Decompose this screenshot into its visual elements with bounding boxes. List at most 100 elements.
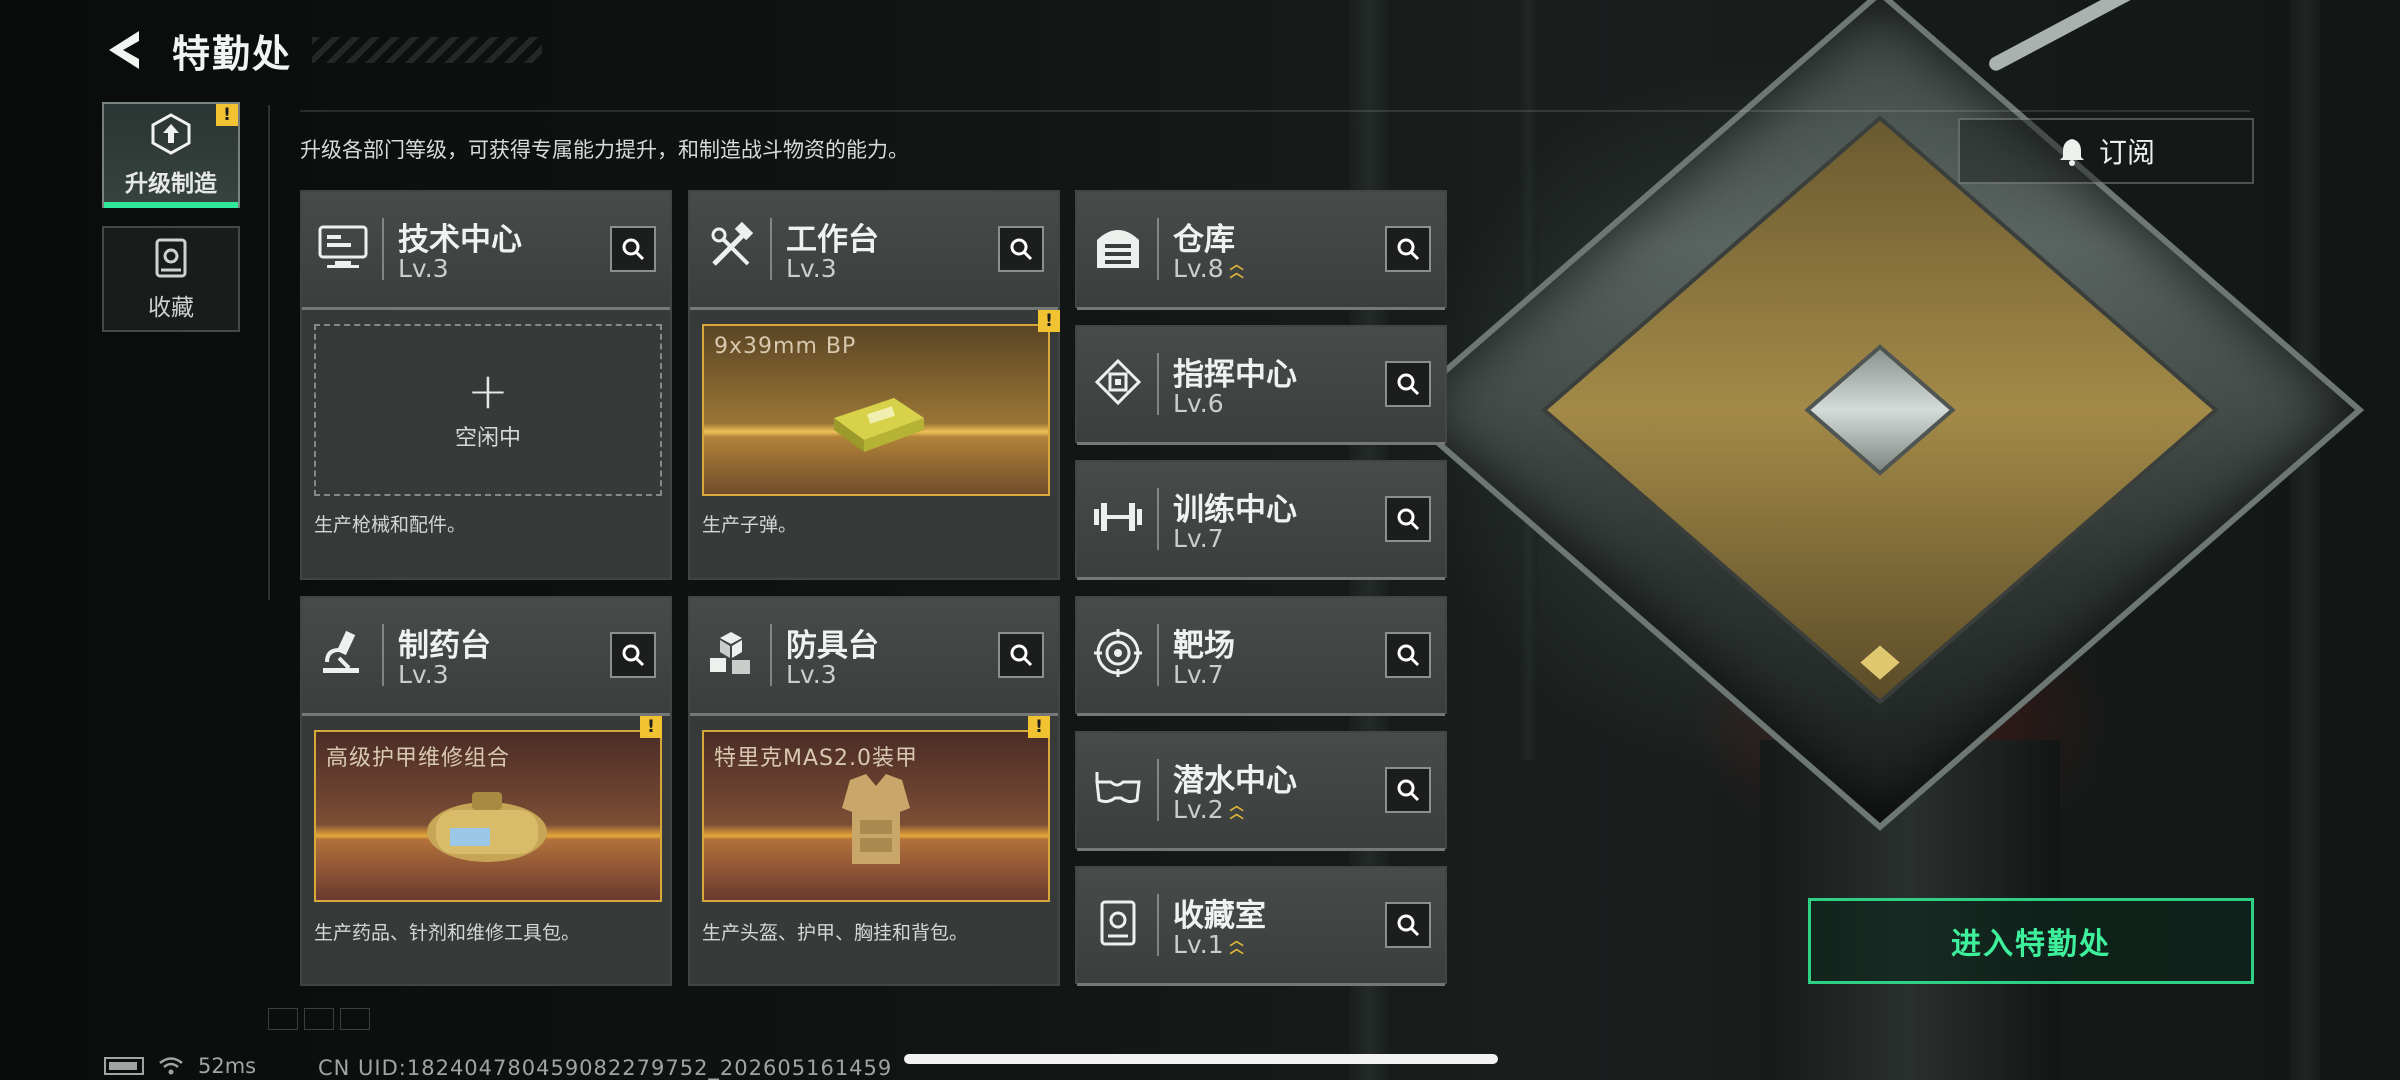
search-icon: [1397, 779, 1420, 802]
card-header: 技术中心 Lv.3: [302, 192, 670, 310]
page-title: 特勤处: [172, 31, 293, 76]
search-icon: [1010, 644, 1033, 667]
department-card-pharmacy[interactable]: 制药台 Lv.3 高级护甲维修组合 ! 生产药品、针剂和维修工具包。: [300, 596, 672, 986]
department-card-armor[interactable]: 防具台 Lv.3 特里克MAS2.0装甲 ! 生产头盔、护甲、胸挂和背包。: [688, 596, 1060, 986]
department-level: Lv.6: [1173, 389, 1224, 418]
collection-icon: [155, 238, 187, 278]
search-icon: [1397, 508, 1420, 531]
upgrade-craft-icon: [151, 113, 191, 155]
card-header: 制药台 Lv.3: [302, 598, 670, 716]
search-icon: [622, 644, 645, 667]
department-name: 潜水中心: [1173, 763, 1297, 799]
inspect-button[interactable]: [1385, 361, 1431, 407]
search-icon: [1010, 238, 1033, 261]
department-name: 收藏室: [1173, 898, 1266, 934]
department-level: Lv.1 ︿ ︿: [1173, 930, 1244, 959]
department-name: 防具台: [786, 628, 879, 664]
ping-value: 52ms: [198, 1054, 257, 1078]
department-card-tech[interactable]: 技术中心 Lv.3 + 空闲中 生产枪械和配件。: [300, 190, 672, 580]
department-level: Lv.7: [1173, 660, 1224, 689]
card-header: 训练中心 Lv.7: [1077, 462, 1445, 580]
card-header: 工作台 Lv.3: [690, 192, 1058, 310]
product-name: 9x39mm BP: [714, 334, 857, 359]
nav-divider: [268, 105, 270, 600]
user-uid: CN UID:18240478045908227975​2_2026051614…: [318, 1056, 893, 1080]
enter-facility-button[interactable]: 进入特勤处: [1808, 898, 2254, 984]
inspect-button[interactable]: [998, 226, 1044, 272]
title-decoration: [312, 37, 543, 63]
target-icon: [1089, 624, 1147, 682]
repair-kit-image: [427, 792, 547, 862]
inspect-button[interactable]: [998, 632, 1044, 678]
department-card-collection-room[interactable]: 收藏室 Lv.1 ︿ ︿: [1075, 866, 1447, 986]
department-name: 制药台: [398, 628, 491, 664]
plus-icon: +: [467, 362, 509, 420]
department-card-range[interactable]: 靶场 Lv.7: [1075, 596, 1447, 716]
alert-badge: !: [1038, 310, 1060, 332]
battery-icon: [104, 1057, 144, 1075]
warehouse-icon: [1089, 218, 1147, 276]
department-card-diving[interactable]: 潜水中心 Lv.2 ︿ ︿: [1075, 731, 1447, 851]
nav-item-collection[interactable]: 收藏: [102, 226, 240, 332]
header-divider: [300, 110, 2250, 112]
subscribe-label: 订阅: [2098, 136, 2155, 169]
department-name: 工作台: [786, 222, 879, 258]
department-level: Lv.3: [786, 660, 837, 689]
page-subtitle: 升级各部门等级，可获得专属能力提升，和制造战斗物资的能力。: [300, 138, 909, 162]
idle-label: 空闲中: [454, 426, 521, 451]
department-level: Lv.3: [398, 660, 449, 689]
department-card-training[interactable]: 训练中心 Lv.7: [1075, 460, 1447, 580]
diving-mask-icon: [1089, 759, 1147, 817]
department-level: Lv.3: [398, 254, 449, 283]
computer-icon: [314, 218, 372, 276]
enter-label: 进入特勤处: [1951, 927, 2111, 962]
department-description: 生产子弹。: [702, 514, 798, 536]
department-name: 指挥中心: [1173, 357, 1297, 393]
inspect-button[interactable]: [610, 632, 656, 678]
department-name: 靶场: [1173, 628, 1235, 664]
search-icon: [1397, 238, 1420, 261]
scaffold-pillar: [2290, 0, 2320, 1080]
nav-item-upgrade-craft[interactable]: 升级制造 !: [102, 102, 240, 208]
department-level: Lv.7: [1173, 524, 1224, 553]
inspect-button[interactable]: [1385, 632, 1431, 678]
production-slot[interactable]: 高级护甲维修组合: [314, 730, 662, 902]
production-slot[interactable]: 9x39mm BP: [702, 324, 1050, 496]
inspect-button[interactable]: [1385, 226, 1431, 272]
subscribe-button[interactable]: 订阅: [1958, 118, 2254, 184]
back-button[interactable]: [100, 26, 148, 74]
home-indicator[interactable]: [904, 1054, 1498, 1064]
department-description: 生产头盔、护甲、胸挂和背包。: [702, 922, 969, 944]
tools-icon: [702, 218, 760, 276]
department-name: 训练中心: [1173, 492, 1297, 528]
department-level: Lv.3: [786, 254, 837, 283]
card-header: 指挥中心 Lv.6: [1077, 327, 1445, 445]
production-slot[interactable]: 特里克MAS2.0装甲: [702, 730, 1050, 902]
inspect-button[interactable]: [1385, 496, 1431, 542]
inspect-button[interactable]: [1385, 767, 1431, 813]
department-description: 生产枪械和配件。: [314, 514, 467, 536]
page-header: 特勤处: [100, 22, 543, 78]
department-card-warehouse[interactable]: 仓库 Lv.8 ︿ ︿: [1075, 190, 1447, 310]
inspect-button[interactable]: [610, 226, 656, 272]
armor-parts-icon: [702, 624, 760, 682]
inspect-button[interactable]: [1385, 902, 1431, 948]
department-card-command[interactable]: 指挥中心 Lv.6: [1075, 325, 1447, 445]
collection-room-icon: [1089, 894, 1147, 952]
ammo-box-image: [834, 398, 924, 452]
department-card-workbench[interactable]: 工作台 Lv.3 9x39mm BP ! 生产子弹。: [688, 190, 1060, 580]
department-description: 生产药品、针剂和维修工具包。: [314, 922, 581, 944]
command-chip-icon: [1089, 353, 1147, 411]
alert-badge: !: [640, 716, 662, 738]
nav-label: 收藏: [148, 295, 194, 321]
alert-badge: !: [1028, 716, 1050, 738]
decoration: [268, 1008, 298, 1030]
idle-slot[interactable]: + 空闲中: [314, 324, 662, 496]
upgrade-available-icon: ︿ ︿: [1229, 256, 1244, 281]
robot-arm: [1986, 0, 2144, 74]
department-level: Lv.8 ︿ ︿: [1173, 254, 1244, 283]
card-header: 防具台 Lv.3: [690, 598, 1058, 716]
department-name: 仓库: [1173, 222, 1235, 258]
back-arrow-icon: [109, 31, 139, 69]
search-icon: [622, 238, 645, 261]
